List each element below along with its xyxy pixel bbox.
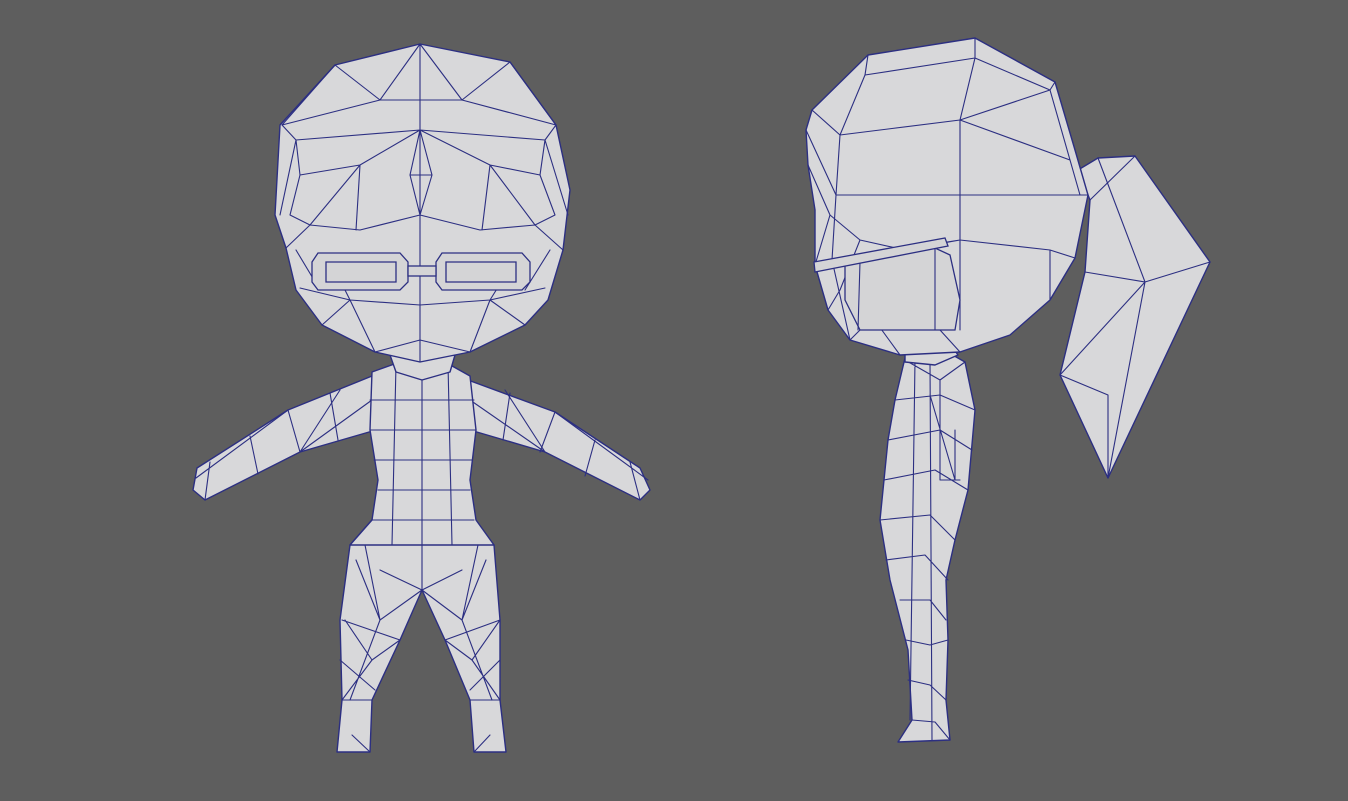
front-head[interactable] xyxy=(274,43,571,363)
front-legs[interactable] xyxy=(336,519,507,753)
side-body[interactable] xyxy=(879,344,976,743)
front-left-arm[interactable] xyxy=(192,375,377,501)
front-right-arm[interactable] xyxy=(467,379,651,501)
front-view-model[interactable] xyxy=(192,43,651,753)
side-view-model[interactable] xyxy=(805,37,1211,743)
viewport-canvas[interactable] xyxy=(0,0,1348,801)
3d-viewport[interactable] xyxy=(0,0,1348,801)
glasses-bridge xyxy=(407,265,437,277)
